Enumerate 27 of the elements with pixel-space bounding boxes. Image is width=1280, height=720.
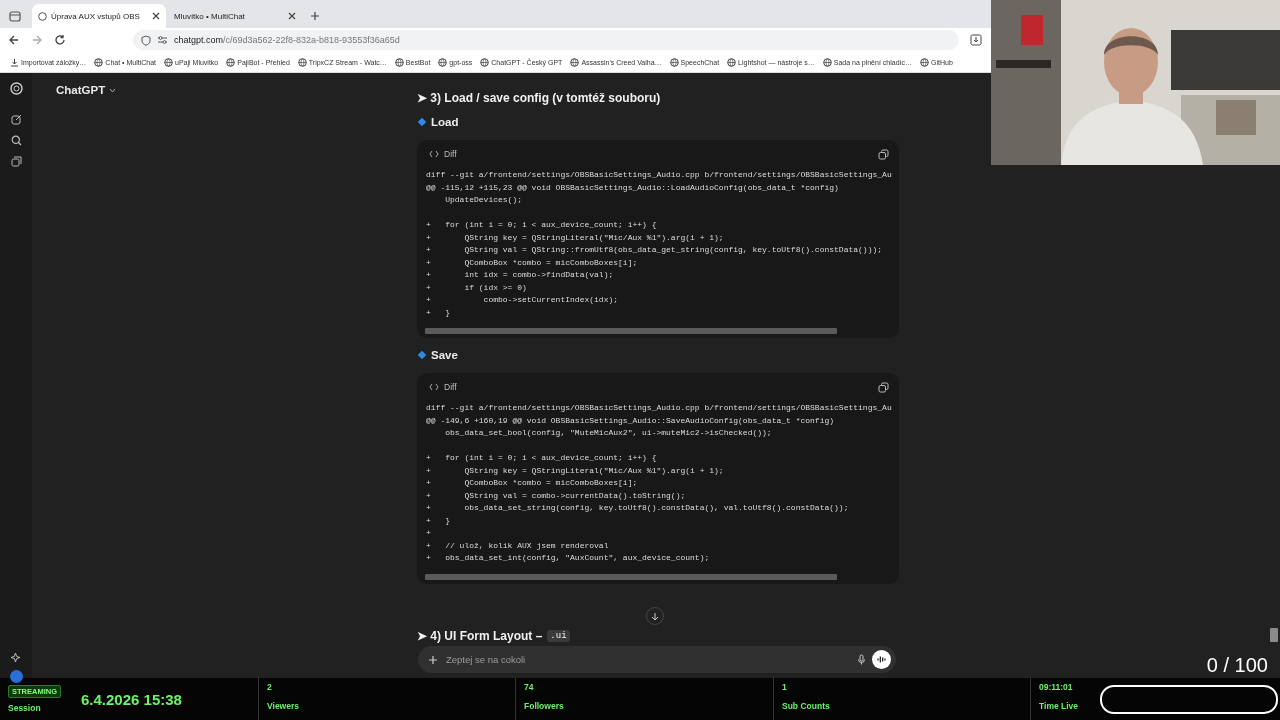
section-heading: ➤ 4) UI Form Layout –: [417, 628, 543, 643]
section-heading: ➤ 3) Load / save config (v tomtéž souboru): [417, 91, 661, 105]
stat-label: Time Live: [1039, 701, 1079, 711]
stat-label: Followers: [524, 701, 565, 711]
stat-value: 2: [267, 682, 273, 692]
code-text: diff --git a/frontend/settings/OBSBasicSettings_Audio.cpp b/frontend/settings/OBSBasicSettings_Au @@ -115,12 +115,23 @@ void OBSBasicSettings_Audio::LoadAudioConfig(obs_data_t *config) UpdateDevices(); + for (int i = 0; i < aux_device_count; i++) { + QString key = QStringLiteral("Mic/Aux %1").arg(i + 1); + QString val = QString::fromUtf8(obs_data_get_string(config, key.toUtf8().constData())); + QComboBox *combo = micComboBoxes[i]; + int idx = combo->findData(val); + if (idx >= 0) + combo->setCurrentIndex(idx); + }: [425, 169, 893, 319]
stat-label: Sub Counts: [782, 701, 831, 711]
language-label: Diff: [444, 382, 458, 392]
language-label: Diff: [444, 149, 458, 159]
code-text: diff --git a/frontend/settings/OBSBasicSettings_Audio.cpp b/frontend/settings/OBSBasicSettings_Au @@ -149,6 +160,19 @@ void OBSBasicSettings_Audio::SaveAudioConfig(obs_data_t *config) obs_data_set_bool(config, "MuteMicAux2", ui->muteMic2->isChecked()); + for (int i = 0; i < aux_device_count; i++) { + QString key = QStringLiteral("Mic/Aux %1").arg(i + 1); + QComboBox *combo = micComboBoxes[i]; + QString val = combo->currentData().toString(); + obs_data_set_string(config, key.toUtf8().constData(), val.toUtf8().constData()); + } + + // ulož, kolik AUX jsem renderoval + obs_data_set_int(config, "AuxCount", aux_device_count);: [425, 402, 893, 564]
stat-value: 09:11:01: [1039, 682, 1074, 692]
inline-code: .ui: [547, 629, 570, 642]
subheading: Save: [431, 349, 458, 361]
date-time: 6.4.2026 15:38: [81, 690, 182, 708]
address-bar[interactable]: chatgpt.com/c/69d3a562-22f8-832a-b818-93553f36a65d: [133, 30, 959, 50]
message-input[interactable]: Zeptej se na cokoli: [444, 653, 851, 666]
stat-value: 74: [524, 682, 535, 692]
model-selector[interactable]: ChatGPT: [54, 82, 119, 98]
session-label: Session: [8, 703, 42, 713]
browser-tab[interactable]: Úprava AUX vstupů OBS: [32, 4, 166, 28]
subheading: Load: [431, 116, 459, 128]
browser-tab[interactable]: Mluvítko • MultiChat: [168, 4, 302, 28]
stat-label: Viewers: [267, 701, 300, 711]
message-field[interactable]: Zeptej se na cokoli: [418, 646, 896, 673]
goal-counter: 0 / 100: [1206, 654, 1268, 677]
stat-value: 1: [782, 682, 788, 692]
url-text: chatgpt.com/c/69d3a562-22f8-832a-b818-93553f36a65d: [174, 35, 400, 45]
